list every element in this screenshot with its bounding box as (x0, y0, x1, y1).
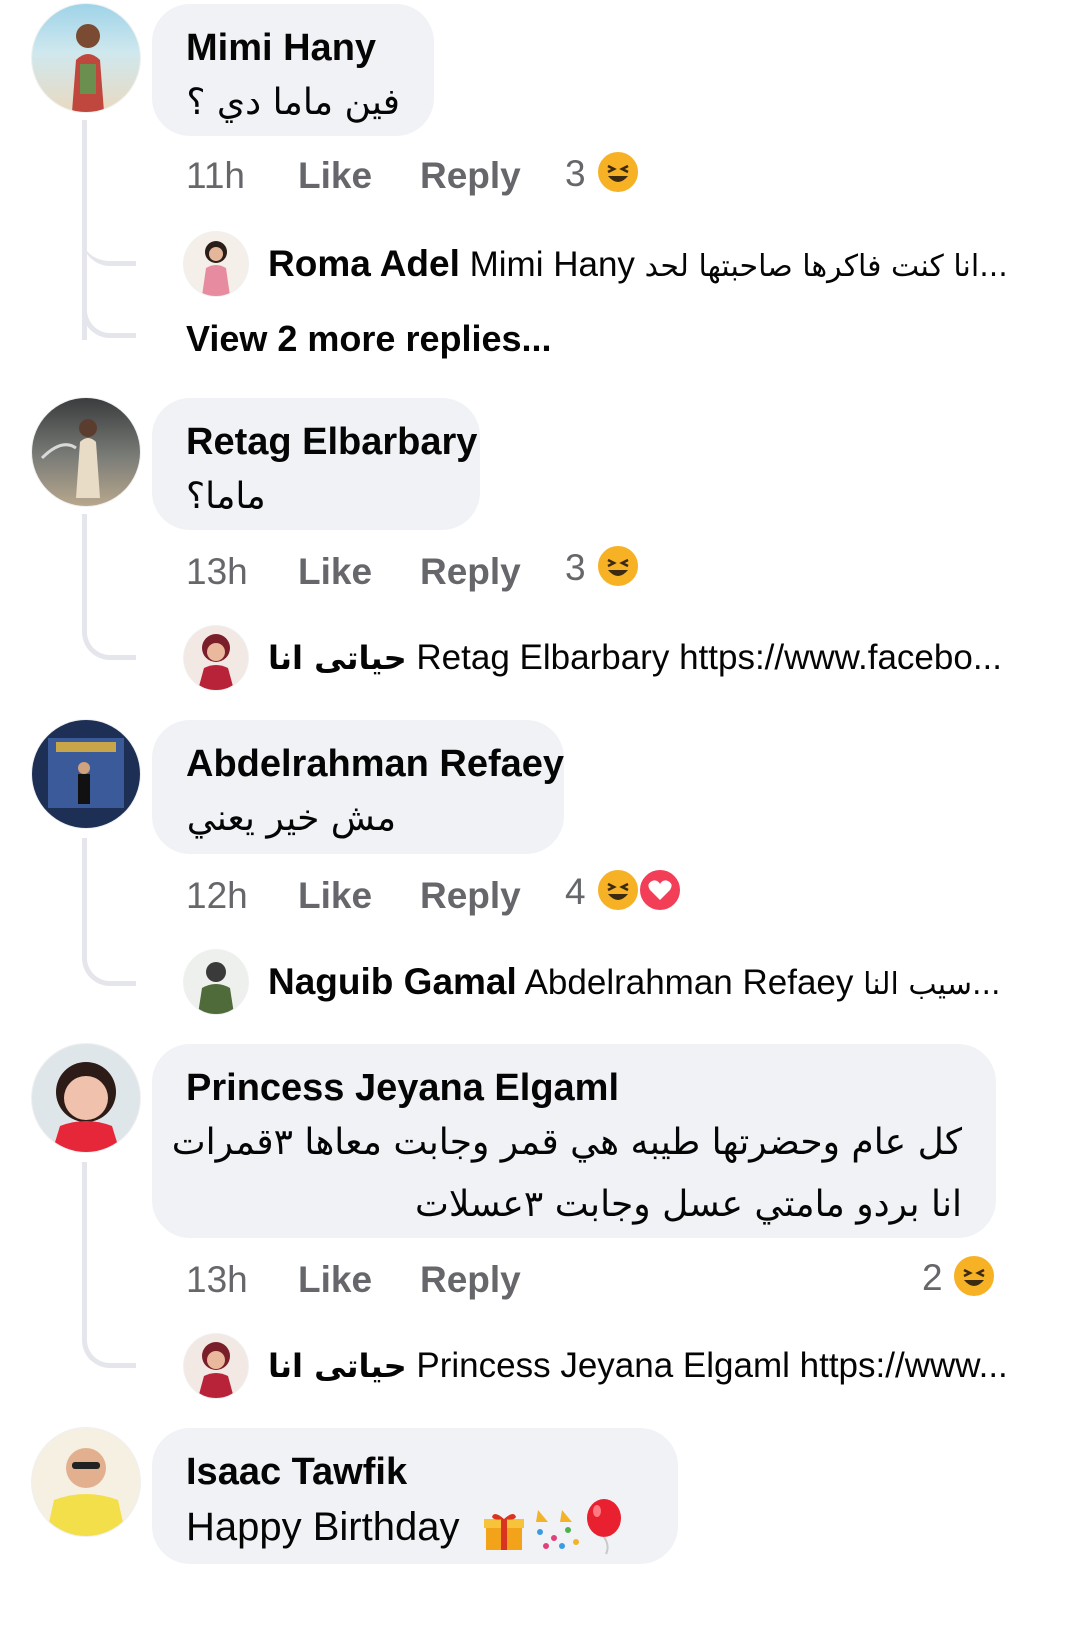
comment-text: مش خير يعني (186, 798, 396, 839)
reply-text: سيب النا... (863, 967, 1001, 1002)
thread-branch (82, 1162, 136, 1368)
avatar-hayati-ana[interactable] (184, 626, 248, 690)
confetti-icon (532, 1508, 582, 1552)
commenter-name[interactable]: Princess Jeyana Elgaml (186, 1064, 962, 1112)
reply-mention[interactable]: Retag Elbarbary (416, 638, 669, 677)
comment-text-line-2: انا بردو مامتي عسل وجابت ٣عسلات (414, 1184, 962, 1225)
like-button[interactable]: Like (298, 1258, 372, 1302)
person-photo-icon (40, 419, 100, 498)
reply-text: انا كنت فاكرها صاحبتها لحد... (644, 249, 1008, 284)
comment-text: Happy Birthday (186, 1496, 644, 1558)
gift-icon (482, 1508, 526, 1552)
person-photo-icon (198, 962, 234, 1014)
avatar-roma-adel[interactable] (184, 232, 248, 296)
comment-text: ماما؟ (186, 476, 266, 517)
reply-preview[interactable]: حياتى انا Princess Jeyana Elgaml https:/… (268, 1344, 1008, 1388)
thread-branch (82, 514, 136, 660)
comment-text-line-1: كل عام وحضرتها طيبه هي قمر وجابت معاها ٣… (171, 1122, 962, 1163)
haha-reaction-icon (952, 1254, 996, 1298)
reply-mention[interactable]: Mimi Hany (470, 245, 635, 284)
reply-preview[interactable]: حياتى انا Retag Elbarbary https://www.fa… (268, 636, 1002, 680)
thread-branch (82, 286, 136, 338)
avatar-hayati-ana[interactable] (184, 1334, 248, 1398)
comment-text-content: Happy Birthday (186, 1505, 460, 1549)
reaction-count[interactable]: 3 (565, 546, 586, 590)
like-button[interactable]: Like (298, 154, 372, 198)
reply-preview[interactable]: Roma Adel Mimi Hany انا كنت فاكرها صاحبت… (268, 242, 1008, 289)
reaction-count[interactable]: 3 (565, 152, 586, 196)
comment-time[interactable]: 13h (186, 550, 248, 594)
avatar-mimi-hany[interactable] (32, 4, 140, 112)
comment-time[interactable]: 13h (186, 1258, 248, 1302)
reply-author[interactable]: Roma Adel (268, 243, 460, 284)
reply-mention[interactable]: Abdelrahman Refaey (525, 963, 854, 1002)
comment-time[interactable]: 11h (186, 154, 245, 198)
reply-text[interactable]: https://www... (800, 1346, 1008, 1385)
comment-text: فين ماما دي ؟ (186, 82, 400, 123)
person-photo-icon (198, 634, 234, 690)
comment-bubble[interactable]: Isaac Tawfik Happy Birthday (152, 1428, 678, 1564)
balloon-icon (584, 1498, 628, 1556)
reply-preview[interactable]: Naguib Gamal Abdelrahman Refaey سيب النا… (268, 960, 1001, 1007)
reply-author[interactable]: حياتى انا (268, 1347, 407, 1385)
avatar-naguib-gamal[interactable] (184, 950, 248, 1014)
view-more-replies-link[interactable]: View 2 more replies... (186, 318, 552, 360)
comment-bubble[interactable]: Princess Jeyana Elgaml كل عام وحضرتها طي… (152, 1044, 996, 1238)
reply-text[interactable]: https://www.facebo... (679, 638, 1002, 677)
reply-mention[interactable]: Princess Jeyana Elgaml (416, 1346, 790, 1385)
avatar-abdelrahman-refaey[interactable] (32, 720, 140, 828)
person-photo-icon (202, 241, 230, 296)
haha-reaction-icon (596, 868, 640, 912)
reaction-count[interactable]: 4 (565, 870, 586, 914)
person-photo-icon (46, 1448, 126, 1536)
reply-author[interactable]: حياتى انا (268, 639, 407, 677)
person-photo-icon (72, 24, 104, 112)
thread-branch (82, 838, 136, 986)
avatar-princess-jeyana-elgaml[interactable] (32, 1044, 140, 1152)
person-photo-icon (198, 1342, 234, 1398)
commenter-name[interactable]: Isaac Tawfik (186, 1448, 644, 1496)
commenter-name[interactable]: Retag Elbarbary (186, 418, 477, 466)
haha-reaction-icon (596, 544, 640, 588)
person-photo-icon (52, 1062, 120, 1152)
comment-bubble[interactable]: Abdelrahman Refaey مش خير يعني (152, 720, 564, 854)
reply-author[interactable]: Naguib Gamal (268, 961, 517, 1002)
comment-time[interactable]: 12h (186, 874, 248, 918)
thread-branch (82, 214, 136, 266)
person-photo-icon (48, 738, 124, 808)
reply-button[interactable]: Reply (420, 550, 521, 594)
like-button[interactable]: Like (298, 874, 372, 918)
avatar-isaac-tawfik[interactable] (32, 1428, 140, 1536)
commenter-name[interactable]: Abdelrahman Refaey (186, 740, 564, 788)
haha-reaction-icon (596, 150, 640, 194)
reply-button[interactable]: Reply (420, 874, 521, 918)
comment-bubble[interactable]: Retag Elbarbary ماما؟ (152, 398, 480, 530)
reply-button[interactable]: Reply (420, 1258, 521, 1302)
commenter-name[interactable]: Mimi Hany (186, 24, 400, 72)
like-button[interactable]: Like (298, 550, 372, 594)
comment-bubble[interactable]: Mimi Hany فين ماما دي ؟ (152, 4, 434, 136)
reply-button[interactable]: Reply (420, 154, 521, 198)
love-reaction-icon (638, 868, 682, 912)
reaction-count[interactable]: 2 (922, 1256, 943, 1300)
avatar-retag-elbarbary[interactable] (32, 398, 140, 506)
